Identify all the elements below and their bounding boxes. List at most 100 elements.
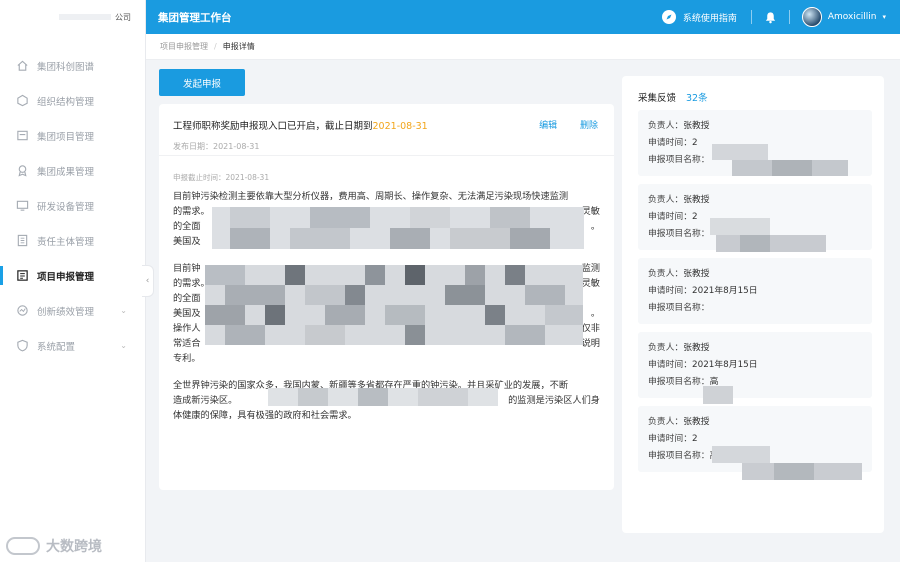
watermark: 大数跨境	[6, 536, 102, 556]
top-bar: 集团管理工作台 系统使用指南 Amoxicillin ▾	[146, 0, 900, 34]
redaction-mosaic	[712, 446, 862, 480]
time-label: 申请时间：	[648, 360, 692, 370]
owner-value: 张教授	[683, 343, 710, 353]
project-label: 申报项目名称：	[648, 229, 710, 239]
sidebar-item-label: 集团科创图谱	[37, 61, 95, 73]
sidebar-item-settings[interactable]: 系统配置 ⌄	[0, 328, 145, 363]
sidebar-item-results[interactable]: 集团成果管理	[0, 153, 145, 188]
time-row: 申请时间：2021年8月15日	[648, 283, 862, 300]
owner-value: 张教授	[683, 121, 710, 131]
sidebar-item-label: 项目申报管理	[37, 271, 95, 283]
sidebar-item-label: 集团项目管理	[37, 131, 95, 143]
feedback-header: 采集反馈 32条	[622, 76, 884, 110]
sidebar-item-org[interactable]: 组织结构管理	[0, 83, 145, 118]
chevron-left-icon: ‹	[145, 276, 150, 286]
start-declaration-button[interactable]: 发起申报	[159, 69, 245, 96]
notice-title-text: 工程师职称奖励申报现入口已开启，截止日期到	[173, 121, 373, 132]
brand-suffix: 公司	[115, 12, 131, 22]
feedback-card[interactable]: 负责人：张教授 申请时间：2021年8月15日 申报项目名称：	[638, 258, 872, 324]
sidebar-item-label: 研发设备管理	[37, 201, 95, 213]
sidebar-item-devices[interactable]: 研发设备管理	[0, 188, 145, 223]
redaction-mosaic	[268, 388, 498, 406]
divider	[750, 10, 752, 24]
owner-row: 负责人：张教授	[648, 414, 862, 431]
text-fragment: 常适合	[173, 338, 201, 349]
sidebar-item-graph[interactable]: 集团科创图谱	[0, 48, 145, 83]
brand: 公司	[0, 0, 145, 34]
publish-date: 发布日期：2021-08-31	[173, 142, 260, 151]
project-label: 申报项目名称：	[648, 303, 710, 313]
guide-label: 系统使用指南	[682, 13, 737, 24]
feedback-card[interactable]: 负责人：张教授 申请时间：2021年8月15日 申报项目名称：高	[638, 332, 872, 398]
delete-button[interactable]: 删除	[580, 121, 598, 131]
breadcrumb-parent[interactable]: 项目申报管理	[160, 41, 208, 52]
redaction-mosaic	[710, 218, 826, 252]
sidebar-item-label: 集团成果管理	[37, 166, 95, 178]
feedback-count: 32条	[686, 93, 708, 104]
text-fragment: 。	[590, 221, 600, 232]
sidebar-item-label: 责任主体管理	[37, 236, 95, 248]
username: Amoxicillin	[827, 12, 877, 22]
text-fragment: 监测	[581, 263, 600, 274]
redaction-mosaic	[703, 386, 733, 404]
guide-link[interactable]: 系统使用指南	[661, 10, 737, 24]
owner-label: 负责人：	[648, 269, 684, 279]
time-value: 2021年8月15日	[692, 360, 758, 370]
text-line: 专利。	[173, 353, 201, 364]
text-fragment: 的全面	[173, 221, 201, 232]
text-fragment: 说明	[581, 338, 600, 349]
time-label: 申请时间：	[648, 138, 692, 148]
award-icon	[16, 164, 29, 177]
text-fragment: 灵敏	[581, 278, 600, 289]
home-icon	[16, 59, 29, 72]
collapse-sidebar-button[interactable]: ‹	[142, 265, 154, 297]
sidebar-item-performance[interactable]: 创新绩效管理 ⌄	[0, 293, 145, 328]
text-line: 目前钟污染检测主要依靠大型分析仪器，费用高、周期长、操作复杂、无法满足污染现场快…	[173, 191, 569, 202]
watermark-text: 大数跨境	[46, 539, 102, 555]
project-row: 申报项目名称：高	[648, 374, 862, 391]
text-fragment: 美国及	[173, 308, 201, 319]
breadcrumb: 项目申报管理 / 申报详情	[146, 34, 900, 60]
time-value: 2	[692, 138, 698, 148]
divider	[788, 10, 790, 24]
app-title: 集团管理工作台	[158, 11, 232, 24]
sidebar-item-entities[interactable]: 责任主体管理	[0, 223, 145, 258]
owner-label: 负责人：	[648, 121, 684, 131]
owner-row: 负责人：张教授	[648, 192, 862, 209]
redaction-mosaic	[212, 207, 584, 249]
deadline-text: 申报截止时间：2021-08-31	[173, 173, 270, 182]
owner-value: 张教授	[683, 195, 710, 205]
time-value: 2	[692, 434, 698, 444]
sidebar-item-projects[interactable]: 集团项目管理	[0, 118, 145, 153]
shield-icon	[16, 339, 29, 352]
org-icon	[16, 94, 29, 107]
sidebar-item-label: 系统配置	[37, 341, 76, 353]
sidebar-item-label: 创新绩效管理	[37, 306, 95, 318]
building-icon	[16, 234, 29, 247]
owner-label: 负责人：	[648, 195, 684, 205]
caret-down-icon: ▾	[882, 13, 886, 21]
owner-row: 负责人：张教授	[648, 266, 862, 283]
bell-icon[interactable]	[764, 11, 777, 24]
notice-header: 工程师职称奖励申报现入口已开启，截止日期到2021-08-31 发布日期：202…	[159, 104, 614, 156]
redaction-mosaic	[712, 144, 848, 176]
brand-logo	[59, 14, 111, 20]
text-fragment: 仅非	[581, 323, 600, 334]
sidebar: 公司 集团科创图谱 组织结构管理 集团项目管理 集团成果管理 研发设备管理 责任…	[0, 0, 146, 562]
text-fragment: 目前钟	[173, 263, 201, 274]
project-label: 申报项目名称：	[648, 451, 710, 461]
text-fragment: 操作人	[173, 323, 201, 334]
form-icon	[16, 269, 29, 282]
project-row: 申报项目名称：	[648, 300, 862, 317]
text-fragment: 造成新污染区。	[173, 395, 238, 406]
device-icon	[16, 199, 29, 212]
time-row: 申请时间：2021年8月15日	[648, 357, 862, 374]
user-menu[interactable]: Amoxicillin ▾	[801, 7, 886, 27]
breadcrumb-separator: /	[214, 42, 217, 51]
owner-value: 张教授	[683, 269, 710, 279]
avatar	[801, 7, 822, 27]
edit-button[interactable]: 编辑	[539, 121, 557, 131]
owner-row: 负责人：张教授	[648, 340, 862, 357]
sidebar-item-declaration[interactable]: 项目申报管理	[0, 258, 145, 293]
notice-actions: 编辑 删除	[519, 118, 598, 131]
